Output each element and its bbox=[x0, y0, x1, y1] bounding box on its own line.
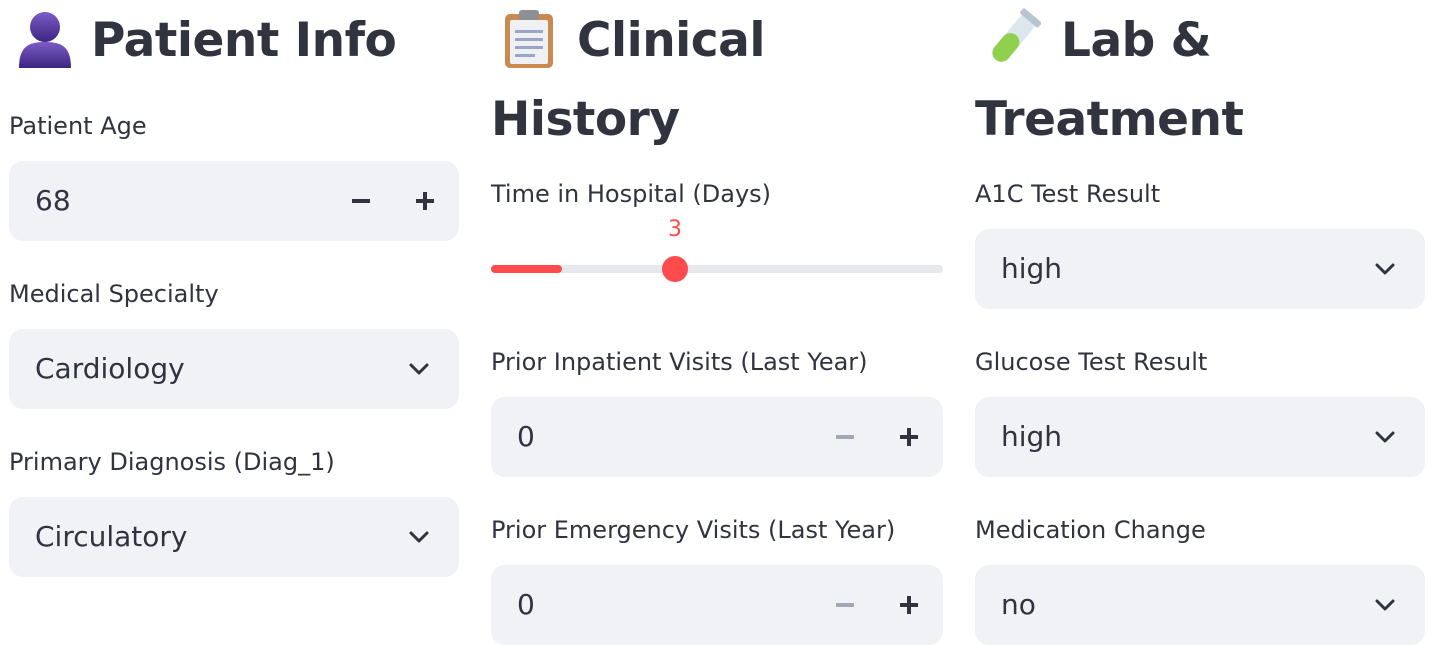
glucose-label: Glucose Test Result bbox=[975, 348, 1208, 376]
lab-treatment-title-line2: Treatment bbox=[975, 92, 1244, 147]
lab-treatment-title-line1: Lab & bbox=[1061, 13, 1212, 68]
chevron-down-icon[interactable] bbox=[1373, 593, 1397, 617]
a1c-select[interactable]: high bbox=[975, 229, 1425, 309]
increment-inpatient-button[interactable] bbox=[889, 397, 929, 477]
patient-age-label: Patient Age bbox=[9, 112, 147, 140]
prior-inpatient-field: Prior Inpatient Visits (Last Year) 0 bbox=[491, 347, 943, 477]
decrement-age-button[interactable] bbox=[341, 161, 381, 241]
prior-inpatient-value[interactable]: 0 bbox=[517, 397, 535, 477]
medication-change-field: Medication Change no bbox=[975, 515, 1425, 645]
prior-emergency-field: Prior Emergency Visits (Last Year) 0 bbox=[491, 515, 943, 645]
prior-inpatient-label: Prior Inpatient Visits (Last Year) bbox=[491, 348, 868, 376]
slider-track[interactable] bbox=[491, 265, 943, 273]
patient-info-title: Patient Info bbox=[91, 13, 397, 68]
slider-value: 3 bbox=[668, 217, 682, 242]
prior-emergency-value[interactable]: 0 bbox=[517, 565, 535, 645]
chevron-down-icon[interactable] bbox=[407, 525, 431, 549]
primary-diagnosis-field: Primary Diagnosis (Diag_1) Circulatory bbox=[9, 447, 459, 577]
glucose-select[interactable]: high bbox=[975, 397, 1425, 477]
increment-emergency-button[interactable] bbox=[889, 565, 929, 645]
time-in-hospital-slider[interactable]: 3 bbox=[491, 217, 943, 295]
plus-icon bbox=[900, 596, 918, 614]
a1c-value: high bbox=[1001, 252, 1063, 285]
medication-change-value: no bbox=[1001, 588, 1036, 621]
glucose-value: high bbox=[1001, 420, 1063, 453]
plus-icon bbox=[900, 428, 918, 446]
time-in-hospital-label: Time in Hospital (Days) bbox=[491, 180, 772, 208]
primary-diagnosis-value: Circulatory bbox=[35, 520, 188, 553]
slider-track-fill bbox=[491, 265, 562, 273]
plus-icon bbox=[416, 192, 434, 210]
prior-inpatient-input[interactable]: 0 bbox=[491, 397, 943, 477]
clinical-history-title-line1: Clinical bbox=[577, 13, 765, 68]
decrement-emergency-button[interactable] bbox=[825, 565, 865, 645]
a1c-field: A1C Test Result high bbox=[975, 179, 1425, 309]
patient-age-input[interactable]: 68 bbox=[9, 161, 459, 241]
chevron-down-icon[interactable] bbox=[407, 357, 431, 381]
prior-emergency-label: Prior Emergency Visits (Last Year) bbox=[491, 516, 896, 544]
a1c-label: A1C Test Result bbox=[975, 180, 1161, 208]
chevron-down-icon[interactable] bbox=[1373, 425, 1397, 449]
decrement-inpatient-button[interactable] bbox=[825, 397, 865, 477]
time-in-hospital-field: Time in Hospital (Days) 3 bbox=[491, 179, 943, 282]
person-silhouette-icon bbox=[9, 8, 79, 87]
lab-treatment-heading: Lab & Treatment bbox=[975, 8, 1429, 152]
medication-change-select[interactable]: no bbox=[975, 565, 1425, 645]
primary-diagnosis-label: Primary Diagnosis (Diag_1) bbox=[9, 448, 335, 476]
minus-icon bbox=[836, 603, 854, 607]
test-tube-icon bbox=[985, 8, 1042, 87]
minus-icon bbox=[836, 435, 854, 439]
medical-specialty-label: Medical Specialty bbox=[9, 280, 219, 308]
medical-specialty-field: Medical Specialty Cardiology bbox=[9, 279, 459, 409]
clinical-history-title-line2: History bbox=[491, 92, 680, 147]
patient-age-value[interactable]: 68 bbox=[35, 161, 71, 241]
minus-icon bbox=[352, 199, 370, 203]
primary-diagnosis-select[interactable]: Circulatory bbox=[9, 497, 459, 577]
medical-specialty-value: Cardiology bbox=[35, 352, 185, 385]
medication-change-label: Medication Change bbox=[975, 516, 1206, 544]
prior-emergency-input[interactable]: 0 bbox=[491, 565, 943, 645]
patient-age-field: Patient Age 68 bbox=[9, 111, 459, 241]
chevron-down-icon[interactable] bbox=[1373, 257, 1397, 281]
clipboard-icon bbox=[503, 8, 555, 87]
slider-thumb[interactable] bbox=[662, 256, 688, 282]
clinical-history-heading: Clinical History bbox=[491, 8, 951, 152]
medical-specialty-select[interactable]: Cardiology bbox=[9, 329, 459, 409]
glucose-field: Glucose Test Result high bbox=[975, 347, 1425, 477]
patient-info-heading: Patient Info bbox=[9, 8, 469, 87]
increment-age-button[interactable] bbox=[405, 161, 445, 241]
